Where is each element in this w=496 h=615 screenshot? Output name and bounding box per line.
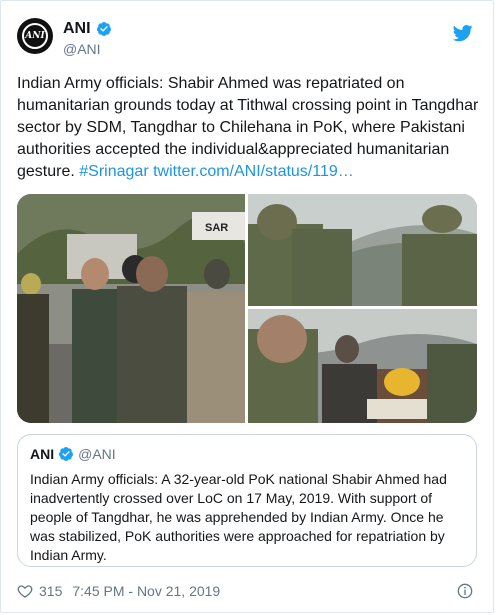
quoted-text: Indian Army officials: A 32-year-old PoK… (30, 471, 447, 563)
tweet-body: Indian Army officials: Shabir Ahmed was … (17, 73, 479, 183)
timestamp[interactable]: 7:45 PM - Nov 21, 2019 (72, 583, 220, 599)
photo-bottom-right[interactable] (248, 309, 477, 423)
author-block: ANI @ANI (63, 20, 112, 57)
verified-icon (96, 22, 111, 36)
media-grid[interactable]: SAR (17, 194, 477, 423)
avatar[interactable]: ANI (17, 18, 53, 54)
quoted-tweet[interactable]: ANI @ANI Indian Army officials: A 32-yea… (17, 434, 477, 567)
info-icon[interactable] (457, 583, 473, 599)
avatar-logo: ANI (22, 23, 48, 49)
sign-text: SAR (205, 222, 228, 234)
tweet-card: ANI ANI @ANI Indian Army officials: Shab… (0, 0, 494, 613)
hashtag-link[interactable]: #Srinagar (79, 163, 148, 180)
twitter-bird-icon[interactable] (453, 23, 473, 43)
author-display-name[interactable]: ANI (63, 20, 91, 38)
quoted-display-name: ANI (30, 446, 55, 462)
photo-left[interactable]: SAR (17, 194, 245, 423)
verified-icon (59, 447, 74, 461)
tweet-footer: 315 7:45 PM - Nov 21, 2019 (17, 583, 220, 599)
status-link[interactable]: twitter.com/ANI/status/119… (153, 163, 354, 180)
like-count[interactable]: 315 (39, 583, 62, 599)
photo-top-right[interactable] (248, 194, 477, 306)
media-photos: SAR (17, 194, 477, 423)
quoted-header: ANI @ANI (30, 446, 116, 462)
heart-icon[interactable] (17, 583, 33, 599)
author-handle[interactable]: @ANI (63, 41, 112, 57)
author-name-row: ANI (63, 20, 112, 38)
quoted-handle: @ANI (78, 446, 116, 462)
